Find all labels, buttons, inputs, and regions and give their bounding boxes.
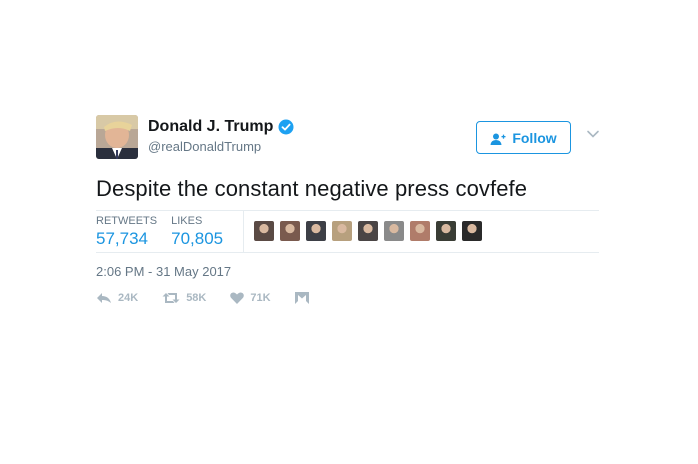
retweets-count: 57,734 [96,229,148,248]
liker-avatar[interactable] [254,221,274,241]
follow-button-label: Follow [512,129,557,146]
follow-button[interactable]: Follow [476,121,571,154]
stats-separator [243,210,244,252]
liker-avatar[interactable] [280,221,300,241]
liker-avatar[interactable] [410,221,430,241]
tweet-header: Donald J. Trump @realDonaldTrump Follow [96,114,604,162]
liker-avatar[interactable] [306,221,326,241]
envelope-icon [294,292,309,304]
liker-avatar[interactable] [384,221,404,241]
heart-icon [230,292,245,304]
tweet-actions: 24K 58K 71K [96,292,333,304]
retweets-stat[interactable]: RETWEETS 57,734 [96,215,157,251]
liker-avatars [254,221,488,241]
retweet-count: 58K [186,292,207,304]
tweet-card: Donald J. Trump @realDonaldTrump Follow … [96,114,604,304]
likes-stat[interactable]: LIKES 70,805 [171,215,223,251]
reply-button[interactable]: 24K [96,292,138,304]
liker-avatar[interactable] [462,221,482,241]
tweet-timestamp[interactable]: 2:06 PM - 31 May 2017 [96,264,231,279]
chevron-down-icon[interactable] [586,126,600,138]
likes-label: LIKES [171,215,203,227]
retweets-label: RETWEETS [96,215,158,227]
avatar[interactable] [96,115,138,159]
retweet-button[interactable]: 58K [162,292,206,304]
likes-count: 70,805 [171,229,224,248]
display-name[interactable]: Donald J. Trump [148,118,273,136]
like-count: 71K [250,292,271,304]
tweet-text: Despite the constant negative press covf… [96,176,528,201]
verified-badge-icon [278,119,294,135]
direct-message-button[interactable] [294,292,309,304]
reply-count: 24K [118,292,139,304]
retweet-icon [162,292,180,304]
like-button[interactable]: 71K [230,292,271,304]
screen-name[interactable]: @realDonaldTrump [148,139,294,154]
reply-icon [96,292,112,304]
liker-avatar[interactable] [332,221,352,241]
tweet-stats: RETWEETS 57,734 LIKES 70,805 [96,215,237,251]
divider [96,210,599,211]
add-user-icon [490,132,506,145]
divider [96,252,599,253]
liker-avatar[interactable] [436,221,456,241]
user-info: Donald J. Trump @realDonaldTrump [148,118,294,154]
liker-avatar[interactable] [358,221,378,241]
